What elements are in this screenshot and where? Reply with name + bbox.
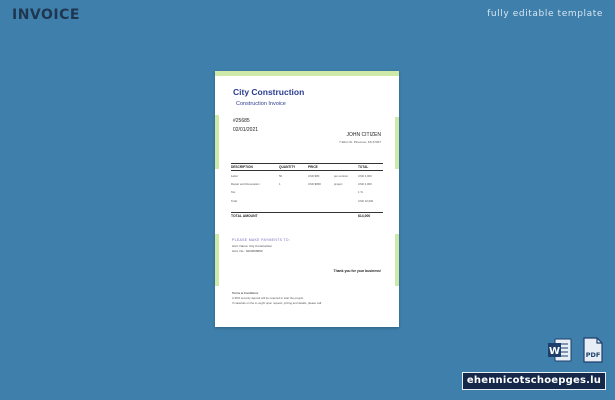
total-label: TOTAL AMOUNT bbox=[231, 214, 258, 218]
table-cell: 1 % bbox=[358, 190, 363, 194]
brand-badge: ehennicotschoepges.lu bbox=[462, 372, 606, 390]
invoice-subtitle: Construction Invoice bbox=[236, 101, 286, 107]
terms-line: A 30% security deposit will be required … bbox=[232, 296, 304, 300]
table-cell: Labor bbox=[231, 174, 239, 178]
table-cell: 1 bbox=[279, 182, 281, 186]
table-cell: Repair and Renovation bbox=[231, 182, 260, 186]
thank-you-note: Thank you for your business! bbox=[333, 269, 381, 273]
payment-title: PLEASE MAKE PAYMENTS TO: bbox=[232, 238, 291, 242]
invoice-document: City Construction Construction Invoice #… bbox=[215, 71, 399, 327]
column-header: PRICE bbox=[308, 165, 318, 169]
table-cell: USD $800 bbox=[308, 182, 321, 186]
table-rule bbox=[231, 212, 383, 213]
column-header: TOTAL bbox=[358, 165, 369, 169]
pdf-icon[interactable]: PDF bbox=[582, 337, 604, 368]
terms-line: If materials on the in-ought upon reques… bbox=[232, 301, 322, 305]
invoice-number: #25685 bbox=[233, 118, 250, 124]
total-value: $14,000 bbox=[358, 214, 371, 218]
table-rule bbox=[231, 163, 383, 164]
tagline: fully editable template bbox=[487, 9, 603, 19]
table-cell: USD 4,000 bbox=[358, 174, 372, 178]
page-title: INVOICE bbox=[12, 7, 80, 23]
customer-address: 7 Elton St. Pinecove, KS 67007 bbox=[339, 140, 381, 144]
side-accent bbox=[215, 234, 219, 286]
side-accent bbox=[395, 234, 399, 286]
table-cell: Total bbox=[231, 199, 237, 203]
table-cell: USD 10,000 bbox=[358, 199, 374, 203]
column-header: DESCRIPTION bbox=[231, 165, 253, 169]
side-accent bbox=[215, 115, 219, 169]
terms-title: Terms & Conditions bbox=[232, 291, 259, 295]
customer-name: JOHN CITIZEN bbox=[346, 132, 381, 138]
company-name: City Construction bbox=[233, 87, 305, 97]
table-cell: USD $80 bbox=[308, 174, 320, 178]
account-number: Acct. No.: 0234056890 bbox=[232, 249, 263, 253]
table-rule bbox=[231, 170, 383, 171]
table-cell: project bbox=[334, 182, 343, 186]
side-accent bbox=[395, 117, 399, 169]
table-cell: per-contrat bbox=[334, 174, 348, 178]
svg-text:PDF: PDF bbox=[586, 351, 601, 359]
accent-bar bbox=[215, 71, 399, 76]
svg-text:W: W bbox=[549, 346, 560, 357]
invoice-date: 02/01/2021 bbox=[233, 127, 259, 133]
column-header: QUANTITY bbox=[279, 165, 296, 169]
table-cell: Tax bbox=[231, 190, 236, 194]
table-cell: 50 bbox=[279, 174, 283, 178]
word-icon[interactable]: W bbox=[547, 337, 573, 368]
table-cell: USD 4,000 bbox=[358, 182, 372, 186]
account-name: Acct. Name: City Construction bbox=[232, 244, 273, 248]
